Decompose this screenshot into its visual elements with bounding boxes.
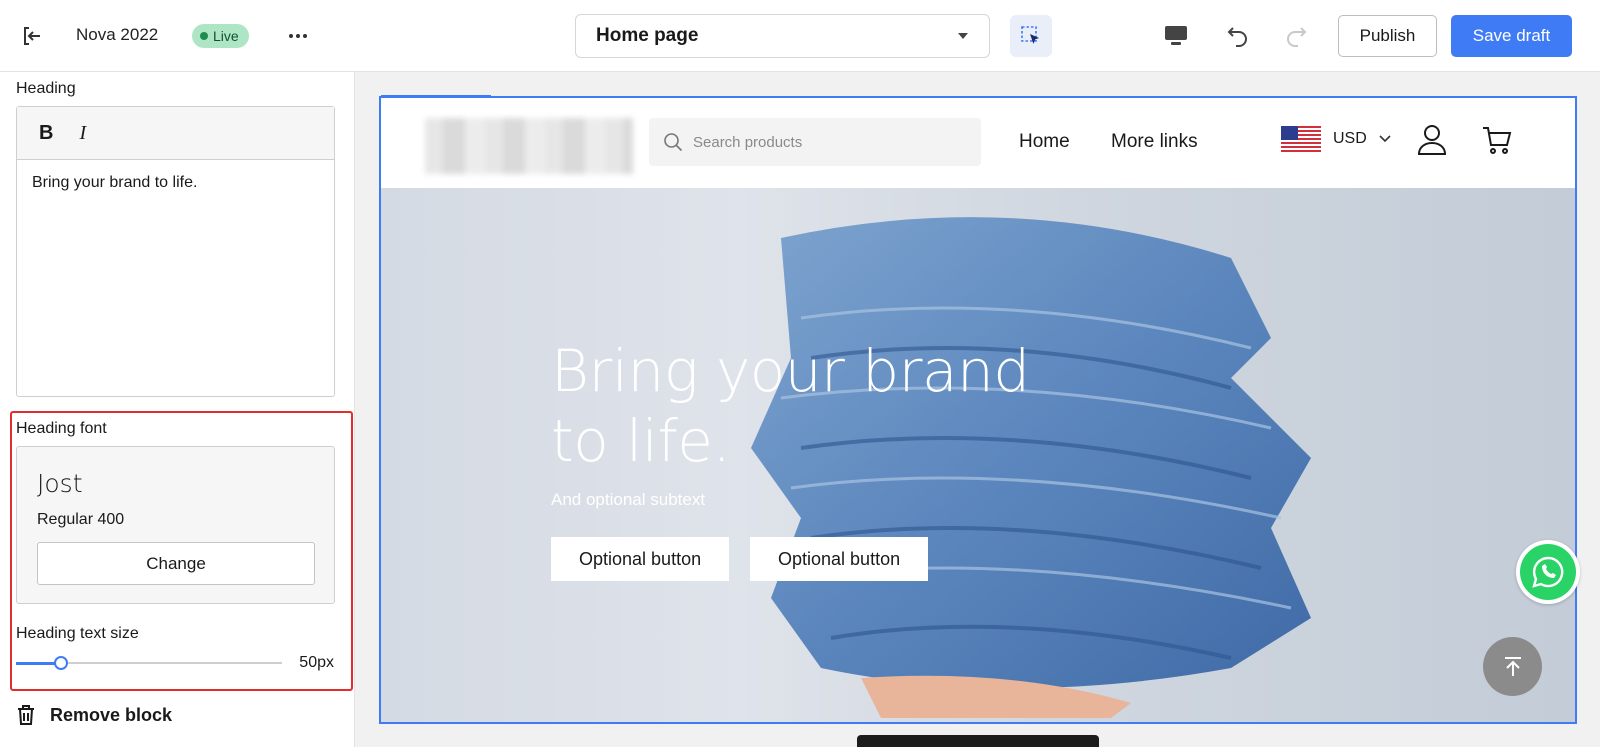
save-draft-button[interactable]: Save draft — [1451, 15, 1572, 57]
status-badge-label: Live — [213, 28, 239, 44]
us-flag-icon — [1281, 126, 1321, 152]
cursor-select-icon — [1021, 26, 1039, 44]
status-badge: Live — [192, 24, 249, 48]
page-selector[interactable]: Home page — [575, 14, 990, 58]
hero-button-1[interactable]: Optional button — [551, 537, 730, 581]
hero-banner[interactable]: Bring your brand to life. And optional s… — [381, 188, 1575, 722]
bold-button[interactable]: B — [39, 122, 53, 145]
chevron-down-icon — [1379, 135, 1391, 143]
store-header: Search products Home More links USD — [381, 98, 1575, 188]
whatsapp-button[interactable] — [1516, 540, 1580, 604]
remove-block-button[interactable]: Remove block — [16, 702, 172, 728]
italic-button[interactable]: I — [79, 122, 86, 145]
font-name: Jost — [37, 469, 83, 498]
live-dot-icon — [200, 32, 208, 40]
account-icon[interactable] — [1417, 124, 1447, 161]
editor-content[interactable]: Bring your brand to life. — [17, 160, 334, 206]
store-logo[interactable] — [425, 118, 633, 174]
chevron-down-icon — [958, 33, 968, 39]
heading-label: Heading — [16, 80, 76, 97]
store-preview: Search products Home More links USD Brin… — [379, 96, 1577, 724]
search-bar[interactable]: Search products — [649, 118, 981, 166]
preview-section-tab — [381, 95, 491, 98]
text-size-value: 50px — [299, 654, 334, 671]
change-font-button[interactable]: Change — [37, 542, 315, 585]
currency-label: USD — [1333, 130, 1367, 147]
font-weight: Regular 400 — [37, 511, 125, 528]
hero-heading[interactable]: Bring your brand to life. — [551, 336, 1071, 476]
undo-icon[interactable] — [1224, 22, 1252, 50]
cart-icon[interactable] — [1481, 124, 1513, 161]
search-icon — [664, 133, 683, 152]
font-card: Jost Regular 400 Change — [16, 446, 335, 604]
publish-button[interactable]: Publish — [1338, 15, 1437, 57]
desktop-view-icon[interactable] — [1162, 22, 1190, 50]
heading-font-label: Heading font — [16, 420, 107, 437]
search-placeholder: Search products — [693, 133, 803, 151]
bottom-toolbar — [857, 735, 1099, 747]
more-options-icon[interactable] — [286, 24, 310, 48]
currency-selector[interactable]: USD — [1281, 126, 1391, 152]
hero-subtext[interactable]: And optional subtext — [551, 490, 705, 510]
whatsapp-icon — [1520, 544, 1576, 600]
exit-icon[interactable] — [20, 24, 44, 48]
text-size-slider[interactable] — [16, 656, 282, 670]
slider-thumb[interactable] — [54, 656, 68, 670]
editor-topbar: Nova 2022 Live Home page Publish Save dr — [0, 0, 1600, 72]
hero-button-2[interactable]: Optional button — [750, 537, 929, 581]
trash-icon — [18, 705, 34, 725]
nav-link-home[interactable]: Home — [1019, 131, 1070, 153]
text-size-label: Heading text size — [16, 625, 139, 642]
scroll-to-top-button[interactable] — [1483, 637, 1542, 696]
nav-link-more[interactable]: More links — [1111, 131, 1198, 153]
editor-toolbar: B I — [17, 107, 334, 160]
heading-editor[interactable]: B I Bring your brand to life. — [16, 106, 335, 397]
store-name: Nova 2022 — [76, 25, 159, 44]
remove-block-label: Remove block — [50, 704, 173, 725]
arrow-up-icon — [1504, 656, 1521, 676]
redo-icon[interactable] — [1282, 22, 1310, 50]
settings-sidebar: Heading B I Bring your brand to life. He… — [0, 72, 355, 747]
element-selector-button[interactable] — [1010, 15, 1052, 57]
page-selector-value: Home page — [596, 25, 699, 46]
